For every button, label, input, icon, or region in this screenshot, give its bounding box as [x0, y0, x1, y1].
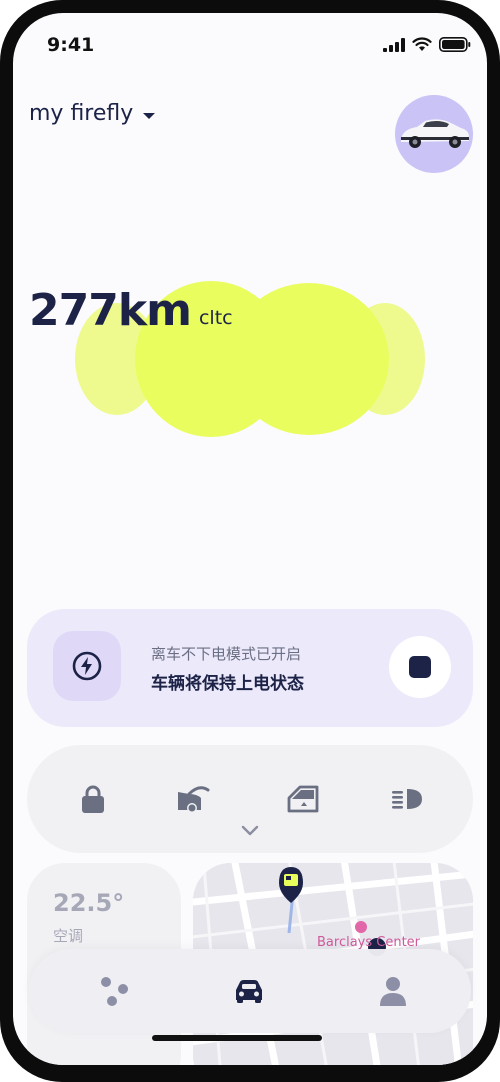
map-poi-label: Barclays Center [317, 935, 421, 950]
window-icon [287, 785, 319, 813]
range-glow [75, 281, 425, 437]
power-mode-title: 车辆将保持上电状态 [151, 674, 304, 694]
battery-icon [439, 37, 471, 52]
power-mode-subtitle: 离车不下电模式已开启 [151, 645, 302, 663]
headlight-icon [392, 789, 422, 809]
tab-vehicle[interactable] [229, 973, 269, 1009]
trunk-icon [178, 786, 210, 813]
headlight-button[interactable] [387, 781, 427, 817]
expand-chevron-icon[interactable] [240, 823, 260, 837]
stop-button[interactable] [389, 636, 451, 698]
range-unit: cltc [198, 307, 233, 329]
car-icon [236, 980, 262, 1003]
status-icons [383, 37, 471, 52]
climate-label: 空调 [53, 927, 84, 945]
car-image [401, 119, 469, 148]
wifi-icon [412, 37, 432, 51]
dots-icon [101, 977, 128, 1006]
screen: 9:41 my firefly 277km cltc 离车不下电模式已开启 车辆… [13, 13, 487, 1065]
trunk-button[interactable] [173, 781, 213, 817]
vehicle-name: my firefly [29, 101, 134, 126]
home-indicator [152, 1035, 322, 1041]
phone-frame: 9:41 my firefly 277km cltc 离车不下电模式已开启 车辆… [0, 0, 500, 1082]
range-value: 277km [29, 285, 192, 336]
caret-down-icon [143, 112, 156, 119]
power-lightning-icon [72, 651, 102, 681]
profile-icon [380, 977, 406, 1006]
status-time: 9:41 [47, 34, 95, 56]
power-mode-icon-box [53, 631, 121, 701]
climate-temperature: 22.5° [53, 889, 125, 917]
quick-controls [27, 745, 473, 853]
range-display: 277km cltc [29, 289, 233, 333]
vehicle-avatar[interactable] [395, 95, 473, 173]
lock-button[interactable] [73, 781, 113, 817]
lock-icon [82, 785, 104, 813]
window-button[interactable] [283, 781, 323, 817]
signal-icon [383, 37, 405, 52]
tab-bar [29, 949, 471, 1033]
vehicle-selector[interactable]: my firefly [29, 101, 157, 126]
tab-discover[interactable] [95, 973, 135, 1009]
power-mode-card: 离车不下电模式已开启 车辆将保持上电状态 [27, 609, 473, 727]
tab-profile[interactable] [373, 973, 413, 1009]
stop-icon [409, 656, 431, 678]
